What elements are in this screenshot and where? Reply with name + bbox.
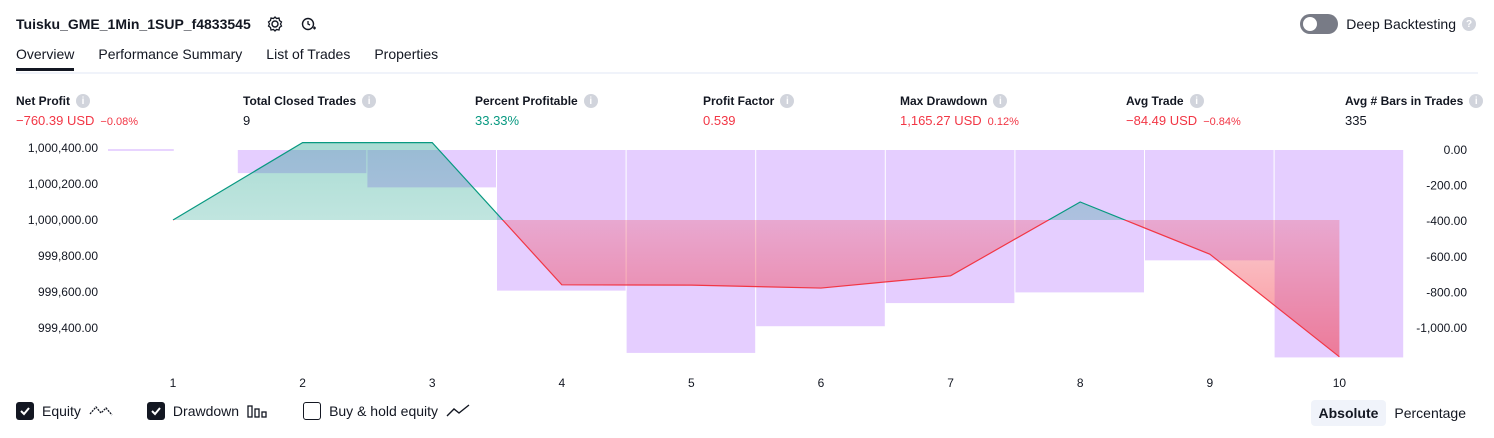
- right-axis-tick-label: -1,000.00: [1416, 321, 1467, 335]
- report-tabs: Overview Performance Summary List of Tra…: [16, 46, 462, 71]
- metric-sub-value: 0.12%: [987, 116, 1019, 128]
- tab-performance-summary[interactable]: Performance Summary: [98, 46, 242, 71]
- metric-sub-value: −0.84%: [1203, 116, 1241, 128]
- metric-total-closed-trades: Total Closed Trades i 9: [243, 94, 377, 128]
- metric-net-profit: Net Profit i −760.39 USD −0.08%: [16, 94, 138, 128]
- left-axis-tick-label: 1,000,200.00: [28, 177, 98, 191]
- legend-drawdown[interactable]: Drawdown: [146, 402, 269, 420]
- left-axis-tick-label: 999,400.00: [38, 321, 98, 335]
- metric-label: Avg # Bars in Trades: [1345, 94, 1464, 108]
- equity-drawdown-chart: 1,000,400.00 1,000,200.00 1,000,000.00 999,…: [28, 141, 1468, 390]
- help-icon[interactable]: ?: [1462, 17, 1476, 31]
- tab-list-of-trades[interactable]: List of Trades: [266, 46, 350, 71]
- metric-sub-value: −0.08%: [100, 116, 139, 128]
- metric-label: Avg Trade: [1126, 94, 1184, 108]
- x-axis-tick-label: 1: [170, 376, 177, 390]
- info-icon[interactable]: i: [780, 94, 795, 108]
- metric-avg-bars-in-trades: Avg # Bars in Trades i 335: [1345, 94, 1484, 128]
- metric-value: 0.539: [703, 113, 736, 128]
- legend-label: Equity: [42, 403, 81, 419]
- legend-equity[interactable]: Equity: [16, 402, 113, 420]
- strategy-header: Tuisku_GME_1Min_1SUP_f4833545: [16, 12, 319, 36]
- x-axis-tick-label: 9: [1206, 376, 1213, 390]
- x-axis-tick-label: 3: [429, 376, 436, 390]
- left-axis-tick-label: 999,600.00: [38, 285, 98, 299]
- x-axis-tick-label: 10: [1333, 376, 1347, 390]
- equity-line-icon: [89, 404, 113, 418]
- info-icon[interactable]: i: [1189, 94, 1204, 108]
- left-axis-tick-label: 1,000,000.00: [28, 213, 98, 227]
- legend-label: Drawdown: [172, 403, 240, 419]
- toggle-knob: [1303, 17, 1318, 31]
- tab-properties[interactable]: Properties: [374, 46, 438, 71]
- x-axis-tick-label: 2: [299, 376, 306, 390]
- equity-checkbox[interactable]: [16, 402, 34, 420]
- drawdown-checkbox[interactable]: [146, 402, 165, 420]
- chart-legend: Equity Drawdown Buy & hold equity: [16, 402, 504, 420]
- tab-overview[interactable]: Overview: [16, 46, 75, 71]
- info-icon[interactable]: i: [993, 94, 1008, 108]
- metric-value: −84.49 USD: [1126, 113, 1198, 128]
- legend-buy-hold[interactable]: Buy & hold equity: [303, 402, 470, 420]
- metric-percent-profitable: Percent Profitable i 33.33%: [475, 94, 598, 128]
- right-axis-tick-label: -600.00: [1426, 250, 1467, 264]
- buy-hold-line-icon: [446, 404, 470, 418]
- strategy-title: Tuisku_GME_1Min_1SUP_f4833545: [16, 16, 251, 32]
- settings-icon[interactable]: [265, 14, 285, 34]
- deep-backtesting-toggle[interactable]: [1300, 14, 1339, 34]
- x-axis-tick-label: 5: [688, 376, 695, 390]
- metric-label: Total Closed Trades: [243, 94, 357, 108]
- legend-label: Buy & hold equity: [329, 403, 439, 419]
- metric-value: 1,165.27 USD: [900, 113, 982, 128]
- right-axis-tick-label: -800.00: [1426, 285, 1467, 299]
- metric-label: Profit Factor: [703, 94, 775, 108]
- metric-value: 33.33%: [475, 113, 520, 128]
- tabs-divider: [16, 72, 1478, 74]
- x-axis-tick-label: 6: [818, 376, 825, 390]
- drawdown-bars-icon: [247, 404, 269, 418]
- metric-profit-factor: Profit Factor i 0.539: [703, 94, 795, 128]
- info-icon[interactable]: i: [583, 94, 598, 108]
- right-axis-tick-label: 0.00: [1444, 143, 1468, 157]
- deep-backtesting: Deep Backtesting ?: [1300, 12, 1476, 36]
- metric-label: Net Profit: [16, 94, 70, 108]
- info-icon[interactable]: i: [76, 94, 90, 108]
- x-axis-tick-label: 8: [1077, 376, 1084, 390]
- deep-backtesting-label: Deep Backtesting: [1346, 16, 1456, 32]
- replay-icon[interactable]: [299, 14, 319, 34]
- right-axis-tick-label: -400.00: [1426, 214, 1467, 228]
- x-axis-tick-label: 7: [947, 376, 954, 390]
- buy-hold-checkbox[interactable]: [303, 402, 322, 420]
- metric-max-drawdown: Max Drawdown i 1,165.27 USD 0.12%: [900, 94, 1019, 128]
- metric-label: Percent Profitable: [475, 94, 578, 108]
- metric-label: Max Drawdown: [900, 94, 988, 108]
- value-mode-switch: Absolute Percentage: [1310, 400, 1475, 426]
- left-axis-tick-label: 999,800.00: [38, 249, 98, 263]
- x-axis-tick-label: 4: [558, 376, 565, 390]
- percentage-button[interactable]: Percentage: [1386, 400, 1474, 426]
- metric-avg-trade: Avg Trade i −84.49 USD −0.84%: [1126, 94, 1241, 128]
- metric-value: 9: [243, 113, 251, 128]
- absolute-button[interactable]: Absolute: [1310, 400, 1387, 426]
- left-axis-tick-label: 1,000,400.00: [28, 141, 98, 155]
- metric-value: −760.39 USD: [16, 113, 95, 128]
- right-axis-tick-label: -200.00: [1426, 179, 1467, 193]
- info-icon[interactable]: i: [362, 94, 377, 108]
- metric-value: 335: [1345, 113, 1367, 128]
- info-icon[interactable]: i: [1469, 94, 1484, 108]
